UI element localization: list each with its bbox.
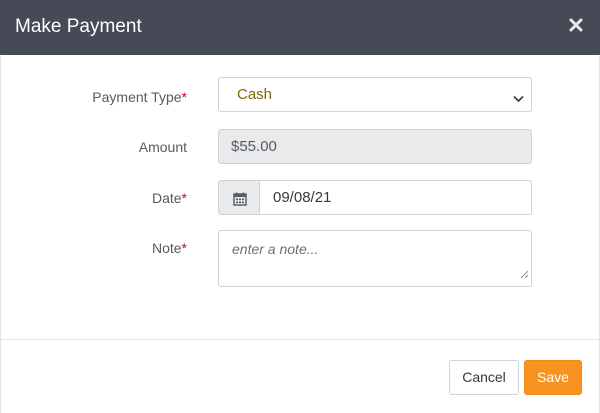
payment-type-label: Payment Type* — [92, 89, 187, 105]
resize-handle-icon[interactable] — [520, 266, 529, 284]
payment-type-select[interactable]: Cash — [218, 77, 532, 112]
payment-type-value: Cash — [237, 86, 273, 103]
date-label: Date* — [151, 190, 187, 206]
date-input[interactable]: 09/08/21 — [259, 180, 532, 215]
note-textarea[interactable]: enter a note... — [218, 230, 532, 287]
amount-value: $55.00 — [231, 138, 277, 155]
required-marker: * — [181, 240, 187, 256]
note-placeholder: enter a note... — [232, 241, 319, 257]
date-value: 09/08/21 — [273, 189, 332, 206]
modal-title: Make Payment — [15, 16, 142, 37]
amount-label: Amount — [138, 139, 187, 155]
make-payment-modal: Make Payment Payment Type* Cash Amount $… — [0, 0, 600, 413]
close-button[interactable] — [569, 14, 587, 38]
amount-field: $55.00 — [218, 129, 532, 164]
save-button[interactable]: Save — [524, 360, 582, 395]
note-label: Note* — [151, 240, 187, 256]
required-marker: * — [181, 89, 187, 105]
date-input-group: 09/08/21 — [218, 180, 532, 215]
cancel-button[interactable]: Cancel — [449, 360, 519, 395]
calendar-icon — [233, 192, 247, 206]
chevron-down-icon — [513, 90, 524, 108]
required-marker: * — [181, 190, 187, 206]
modal-footer: Cancel Save — [0, 339, 600, 413]
modal-body: Payment Type* Cash Amount $55.00 Date* 0… — [0, 55, 600, 339]
calendar-button[interactable] — [218, 180, 260, 215]
close-icon — [569, 18, 583, 32]
modal-header: Make Payment — [0, 0, 600, 55]
